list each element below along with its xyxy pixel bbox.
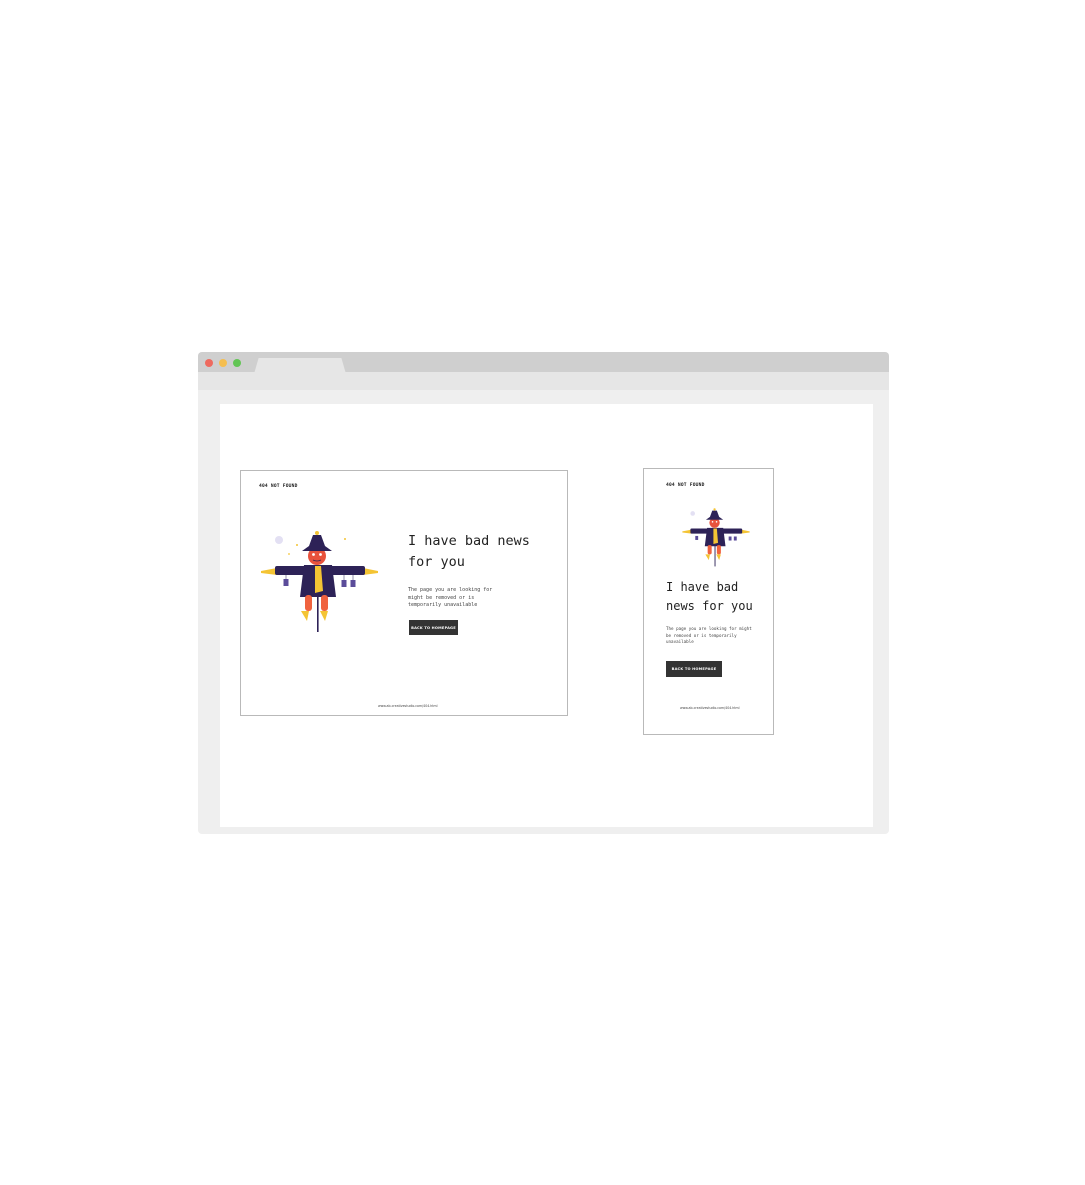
sparkle-icon <box>344 538 346 540</box>
footer-link[interactable]: www.ab-creativestudio.com/404.html <box>378 704 438 708</box>
footer-link[interactable]: www.ab-creativestudio.com/404.html <box>680 706 740 710</box>
minimize-window-button[interactable] <box>219 359 227 367</box>
sparkle-icon <box>296 544 298 546</box>
brand-logo[interactable]: 404 NOT FOUND <box>666 483 705 488</box>
hat-icon <box>302 535 332 551</box>
close-window-button[interactable] <box>205 359 213 367</box>
scarecrow-illustration <box>261 531 378 632</box>
back-to-homepage-button[interactable]: BACK TO HOMEPAGE <box>666 661 722 677</box>
brand-logo[interactable]: 404 NOT FOUND <box>259 484 298 489</box>
hat-icon <box>705 510 724 520</box>
maximize-window-button[interactable] <box>233 359 241 367</box>
error-description: The page you are looking for might be re… <box>666 626 752 644</box>
mobile-mockup: 404 NOT FOUND I have bad news for you Th… <box>643 468 774 735</box>
bubble-icon <box>275 536 283 544</box>
desktop-mockup: 404 NOT FOUND I have bad news for you Th… <box>240 470 568 716</box>
scarecrow-illustration <box>682 508 750 567</box>
browser-toolbar <box>198 372 889 390</box>
back-to-homepage-button[interactable]: BACK TO HOMEPAGE <box>409 620 458 635</box>
page-title: I have bad news for you <box>408 533 530 570</box>
browser-titlebar <box>198 352 889 374</box>
bubble-icon <box>690 511 695 516</box>
error-description: The page you are looking for might be re… <box>408 587 493 608</box>
sparkle-icon <box>288 553 290 555</box>
page-title: I have bad news for you <box>666 580 753 613</box>
